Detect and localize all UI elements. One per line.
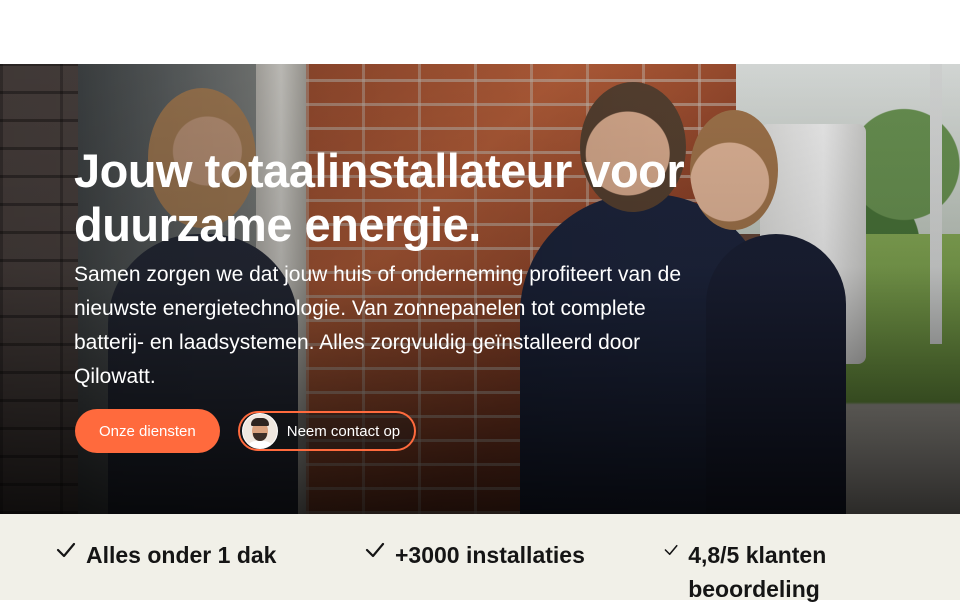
feature-item: 4,8/5 klanten beoordeling: [664, 538, 884, 606]
hero-title: Jouw totaalinstallateur voor duurzame en…: [74, 144, 685, 251]
top-navigation-bar: [0, 0, 960, 64]
feature-label: 4,8/5 klanten beoordeling: [688, 542, 827, 602]
check-icon: [664, 544, 678, 556]
feature-label: +3000 installaties: [395, 542, 585, 568]
check-icon: [365, 542, 385, 558]
feature-item: Alles onder 1 dak: [56, 538, 316, 572]
hero-actions: Onze diensten Neem contact op: [75, 409, 417, 453]
feature-label: Alles onder 1 dak: [86, 542, 277, 568]
hero-description: Samen zorgen we dat jouw huis of onderne…: [74, 263, 682, 388]
services-button[interactable]: Onze diensten: [75, 409, 220, 453]
hero-content: Jouw totaalinstallateur voor duurzame en…: [74, 144, 754, 394]
hero-section: Jouw totaalinstallateur voor duurzame en…: [0, 64, 960, 514]
contact-button-label: Neem contact op: [286, 422, 401, 440]
feature-item: +3000 installaties: [365, 538, 645, 572]
services-button-label: Onze diensten: [99, 422, 196, 440]
features-bar: Alles onder 1 dak +3000 installaties 4,8…: [0, 514, 960, 602]
avatar: [241, 413, 278, 449]
check-icon: [56, 542, 76, 558]
contact-button[interactable]: Neem contact op: [237, 411, 417, 451]
